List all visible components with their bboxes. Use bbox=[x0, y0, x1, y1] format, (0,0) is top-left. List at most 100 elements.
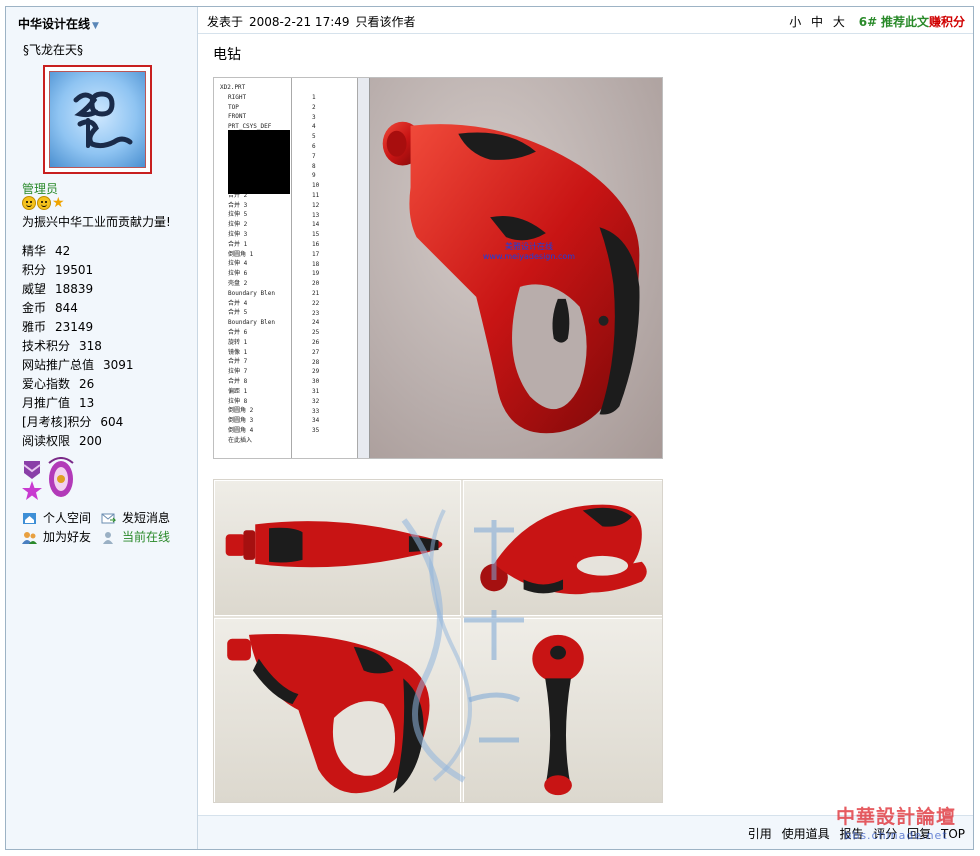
stat-label: 技术积分 bbox=[22, 339, 71, 353]
row-number: 14 bbox=[312, 221, 320, 229]
star-rank-icon: ★ bbox=[52, 195, 65, 211]
cad-model-image[interactable]: XD2.PRT RIGHT TOP FRONT PRT_CSYS_DEF 合并 2 合并 3… bbox=[213, 77, 663, 459]
stat-row: 积分 19501 bbox=[22, 261, 134, 280]
model-tree-item: 倒圆角 2 bbox=[228, 407, 254, 415]
stat-row: 网站推广总值 3091 bbox=[22, 356, 134, 375]
envelope-icon bbox=[101, 513, 116, 524]
model-tree-item: 合并 5 bbox=[228, 309, 248, 317]
drill-side-view-graphic bbox=[225, 521, 443, 568]
row-number: 22 bbox=[312, 299, 320, 307]
stat-label: 爱心指数 bbox=[22, 377, 71, 391]
view-iso-front bbox=[463, 480, 662, 616]
stat-value: 3091 bbox=[103, 358, 134, 372]
font-medium-button[interactable]: 中 bbox=[811, 15, 823, 29]
forum-name[interactable]: 中华设计在线 bbox=[18, 17, 90, 31]
author-sidebar: 中华设计在线 ▼ §飞龙在天§ 管理员 ★ 为振兴中华工业而贡献力量! 精华 42 … bbox=[6, 7, 198, 849]
model-tree-item: 合并 6 bbox=[228, 328, 248, 336]
stat-value: 200 bbox=[79, 434, 102, 448]
stat-label: 精华 bbox=[22, 244, 47, 258]
user-online-icon bbox=[103, 532, 113, 544]
row-number: 4 bbox=[312, 123, 316, 131]
stat-label: 阅读权限 bbox=[22, 434, 71, 448]
row-number: 26 bbox=[312, 338, 320, 346]
stat-value: 26 bbox=[79, 377, 95, 391]
send-message-label[interactable]: 发短消息 bbox=[122, 509, 170, 528]
forum-name-menu[interactable]: 中华设计在线 ▼ bbox=[18, 15, 99, 32]
drill-views-image[interactable] bbox=[213, 479, 663, 803]
row-number: 16 bbox=[312, 240, 320, 248]
quote-link[interactable]: 引用 bbox=[748, 827, 772, 841]
row-number: 20 bbox=[312, 280, 320, 288]
model-tree-item: TOP bbox=[228, 103, 239, 111]
send-message-link[interactable]: 发短消息 bbox=[101, 509, 180, 528]
model-tree-item: 合并 1 bbox=[228, 240, 248, 248]
model-tree-item: 拉伸 8 bbox=[228, 397, 248, 405]
model-tree-item: 旋转 1 bbox=[228, 338, 248, 346]
row-number: 31 bbox=[312, 387, 320, 395]
model-tree-item: 拉伸 3 bbox=[228, 230, 248, 238]
font-large-button[interactable]: 大 bbox=[833, 15, 845, 29]
model-tree-item: 偏距 1 bbox=[228, 387, 248, 395]
model-tree-item: 拉伸 2 bbox=[228, 221, 248, 229]
author-username[interactable]: §飞龙在天§ bbox=[23, 41, 83, 58]
stat-row: 威望 18839 bbox=[22, 280, 134, 299]
smiley-rank-icon bbox=[37, 196, 51, 210]
floor-number[interactable]: 6# bbox=[859, 15, 877, 29]
model-tree-item: 拉伸 5 bbox=[228, 211, 248, 219]
row-number: 17 bbox=[312, 250, 320, 258]
personal-space-label[interactable]: 个人空间 bbox=[43, 509, 91, 528]
online-status-label: 当前在线 bbox=[122, 530, 171, 544]
row-number: 13 bbox=[312, 211, 320, 219]
stat-row: 金币 844 bbox=[22, 299, 134, 318]
drill-front-view-graphic bbox=[532, 634, 584, 796]
avatar-image bbox=[49, 71, 146, 168]
stat-label: 网站推广总值 bbox=[22, 358, 95, 372]
user-stats: 精华 42 积分 19501 威望 18839 金币 844 雅币 23149 技术积分 3… bbox=[22, 242, 134, 451]
watermark: 美雅设计在线 www.meiyadesign.com bbox=[454, 242, 604, 262]
chevron-down-icon[interactable]: ▼ bbox=[92, 21, 99, 31]
personal-space-link[interactable]: 个人空间 bbox=[22, 509, 101, 528]
drill-iso-view-graphic bbox=[480, 504, 647, 595]
row-number: 18 bbox=[312, 260, 320, 268]
medal-star-icon[interactable] bbox=[22, 461, 42, 501]
row-numbers: 1 2 3 4 5 6 7 8 9 10 11 12 13 14 15 16 17 18 19 20 21 22 23 24 2… bbox=[292, 78, 358, 458]
posted-label: 发表于 bbox=[207, 15, 244, 29]
post-content-title: 电钻 bbox=[213, 47, 241, 63]
model-tree-item: 合并 7 bbox=[228, 358, 248, 366]
drill-render: 美雅设计在线 www.meiyadesign.com bbox=[370, 78, 662, 458]
add-friend-link[interactable]: 加为好友 bbox=[22, 528, 101, 547]
model-tree-item: FRONT bbox=[228, 113, 247, 121]
drill-left-view-graphic bbox=[227, 633, 430, 794]
only-author-link[interactable]: 只看该作者 bbox=[356, 15, 416, 29]
row-number: 5 bbox=[312, 133, 316, 141]
medal-ornament-icon[interactable] bbox=[46, 457, 76, 501]
row-number: 10 bbox=[312, 182, 320, 190]
stat-label: [月考核]积分 bbox=[22, 415, 92, 429]
earn-points-link[interactable]: 赚积分 bbox=[929, 15, 965, 29]
row-number: 24 bbox=[312, 319, 320, 327]
panel-splitter bbox=[358, 78, 370, 458]
row-number: 1 bbox=[312, 94, 316, 101]
row-number: 29 bbox=[312, 368, 320, 376]
view-side bbox=[214, 480, 461, 616]
model-tree-item: 镜像 1 bbox=[228, 348, 248, 356]
stat-value: 18839 bbox=[55, 282, 94, 296]
add-friend-label[interactable]: 加为好友 bbox=[43, 528, 91, 547]
font-small-button[interactable]: 小 bbox=[789, 15, 801, 29]
model-tree-item: RIGHT bbox=[228, 93, 247, 101]
avatar[interactable] bbox=[43, 65, 152, 174]
medals bbox=[22, 457, 76, 501]
add-friend-icon bbox=[22, 532, 37, 544]
stat-row: 精华 42 bbox=[22, 242, 134, 261]
recommend-link[interactable]: 推荐此文 bbox=[881, 15, 929, 29]
model-tree-item: Boundary Blen bbox=[228, 289, 275, 297]
post-header: 发表于 2008-2-21 17:49 只看该作者 小 中 大 6# 推荐此文赚积分 bbox=[198, 7, 973, 34]
row-number: 8 bbox=[312, 162, 316, 170]
stat-row: 月推广值 13 bbox=[22, 394, 134, 413]
model-tree-item: XD2.PRT bbox=[220, 84, 246, 91]
model-tree-item: 拉伸 7 bbox=[228, 368, 248, 376]
home-icon bbox=[23, 513, 36, 524]
stat-value: 19501 bbox=[55, 263, 94, 277]
model-tree-item: 合并 3 bbox=[228, 201, 248, 209]
stat-row: 阅读权限 200 bbox=[22, 432, 134, 451]
